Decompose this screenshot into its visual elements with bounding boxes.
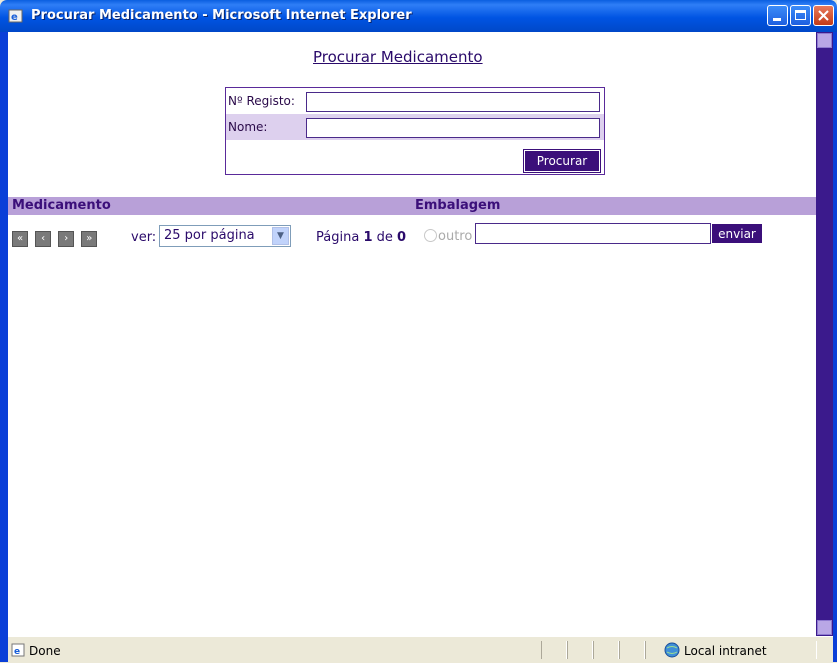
pager-nav: « ‹ › » [12,226,99,247]
status-segment [567,641,593,659]
last-page-icon[interactable]: » [81,231,98,247]
embalagem-header: Embalagem [415,198,501,213]
scroll-down-icon[interactable] [817,620,832,635]
zone-segment: Local intranet [645,641,817,659]
zone-text: Local intranet [684,644,767,658]
browser-window: e Procurar Medicamento - Microsoft Inter… [0,0,837,663]
page-icon: e [11,643,25,657]
svg-text:e: e [14,647,20,657]
outro-input[interactable] [475,223,711,244]
per-page-select[interactable]: 25 por página ▼ [159,225,291,247]
maximize-icon [795,10,806,20]
nome-input[interactable] [306,118,600,138]
results-header: Medicamento Embalagem [8,197,816,215]
registo-label: Nº Registo: [228,94,295,108]
chevron-down-icon[interactable]: ▼ [272,227,289,245]
page-title: Procurar Medicamento [313,48,483,66]
nome-row: Nome: [226,114,604,140]
per-page-value: 25 por página [164,228,255,243]
close-button[interactable] [813,5,834,26]
window-frame-right [833,32,837,662]
window-frame-left [0,32,8,662]
minimize-button[interactable] [767,5,788,26]
registo-input[interactable] [306,92,600,112]
nome-label: Nome: [228,120,268,134]
total-pages: 0 [397,230,407,245]
procurar-button[interactable]: Procurar [523,149,601,173]
registo-row: Nº Registo: [226,88,604,114]
ver-label: ver: [131,230,157,245]
window-title: Procurar Medicamento - Microsoft Interne… [31,8,412,23]
minimize-icon [773,18,781,21]
scroll-up-icon[interactable] [817,33,832,48]
svg-text:e: e [11,12,18,23]
close-icon [818,10,829,21]
first-page-icon[interactable]: « [12,231,28,247]
status-text: Done [29,644,61,658]
status-segment [541,641,567,659]
prev-page-icon[interactable]: ‹ [35,231,52,247]
next-page-icon[interactable]: › [58,231,75,247]
page-indicator: Página 1 de 0 [316,230,406,245]
vertical-scrollbar[interactable] [816,32,833,636]
globe-icon [664,642,680,658]
outro-label: outro [438,229,473,244]
page-content: Procurar Medicamento Nº Registo: Nome: P… [8,32,816,636]
status-segment [593,641,619,659]
medicamento-header: Medicamento [12,198,111,213]
status-segment [619,641,645,659]
pagina-label: Página [316,230,360,245]
status-bar: e Done Local intranet [8,636,833,663]
enviar-button[interactable]: enviar [711,223,763,244]
search-form: Nº Registo: Nome: Procurar [225,87,605,175]
de-label: de [376,230,393,245]
ie-icon: e [8,9,23,23]
outro-radio[interactable] [424,229,437,242]
maximize-button[interactable] [790,5,811,26]
current-page: 1 [363,230,373,245]
title-bar[interactable]: e Procurar Medicamento - Microsoft Inter… [0,0,837,32]
